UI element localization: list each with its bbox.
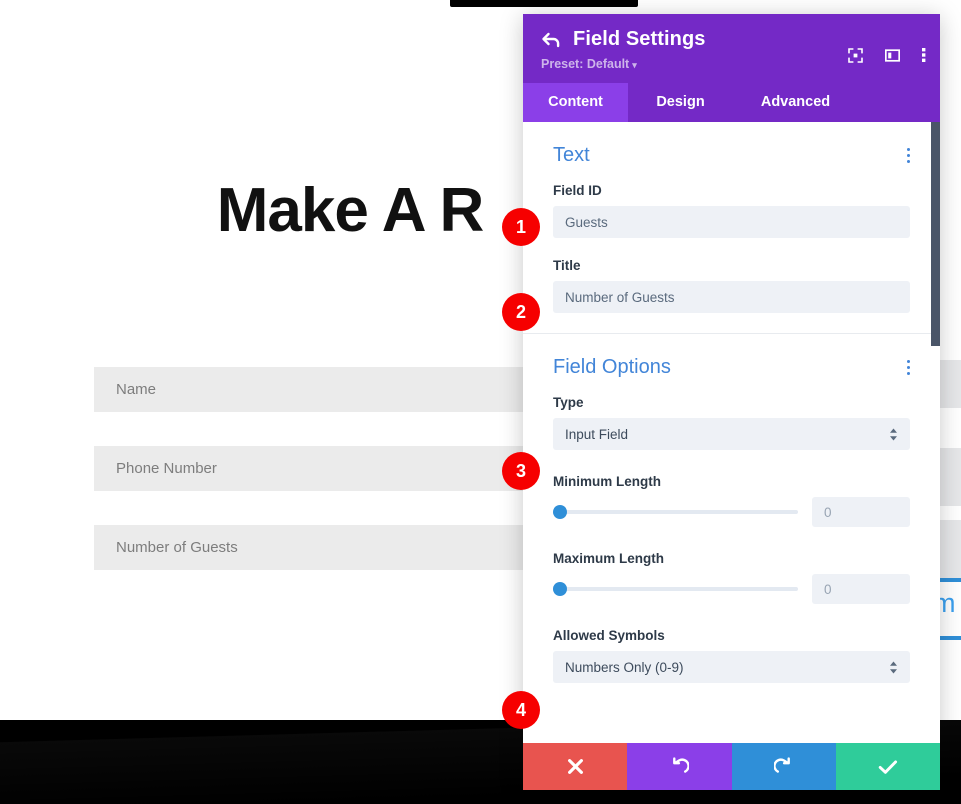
annotation-badge-1: 1 [502,208,540,246]
chevron-down-icon: ▾ [632,60,637,70]
modal-body: Text Field ID Guests Title Number of Gue… [523,122,940,743]
select-allowed-symbols[interactable]: Numbers Only (0-9) [553,651,910,683]
top-black-bar [450,0,638,7]
stepper-arrows-icon [889,428,898,441]
annotation-badge-2: 2 [502,293,540,331]
input-field-id[interactable]: Guests [553,206,910,238]
annotation-badge-4: 4 [502,691,540,729]
select-allowed-symbols-value: Numbers Only (0-9) [565,659,684,675]
section-text: Text Field ID Guests Title Number of Gue… [523,122,940,313]
back-arrow-icon[interactable] [541,30,561,50]
input-maximum-length[interactable]: 0 [812,574,910,604]
close-icon [567,759,583,774]
expand-view-icon[interactable] [848,47,863,68]
tab-design[interactable]: Design [628,83,733,122]
section-options-icon-2[interactable] [907,360,910,375]
section-title-field-options: Field Options [553,356,671,378]
label-field-id: Field ID [553,183,602,198]
redo-icon [774,757,791,773]
checkmark-icon [878,759,897,774]
modal-footer [523,743,940,790]
label-title: Title [553,258,581,273]
redo-button[interactable] [731,743,836,790]
split-layout-icon[interactable] [884,48,901,68]
select-type-value: Input Field [565,426,629,442]
label-maximum-length: Maximum Length [553,551,665,566]
row-maximum-length: 0 [553,574,910,604]
section-field-options: Field Options Type Input Field Minimum L… [523,334,940,683]
more-options-icon[interactable] [922,47,926,68]
section-title-text: Text [553,144,590,166]
label-type: Type [553,395,584,410]
row-minimum-length: 0 [553,497,910,527]
label-allowed-symbols: Allowed Symbols [553,628,665,643]
modal-tabs: Content Design Advanced [523,83,940,122]
select-type[interactable]: Input Field [553,418,910,450]
modal-header-actions [848,47,926,68]
modal-scrollbar[interactable] [931,122,940,346]
tab-content[interactable]: Content [523,83,628,122]
preset-label: Preset: Default [541,57,630,71]
slider-minimum-length[interactable] [553,503,798,521]
modal-header: Field Settings Preset: Default ▾ [523,14,940,83]
screen-root: Make A R (255) Name Phone Number Number … [0,0,961,804]
section-options-icon[interactable] [907,148,910,163]
input-title[interactable]: Number of Guests [553,281,910,313]
label-minimum-length: Minimum Length [553,474,661,489]
undo-button[interactable] [627,743,732,790]
tab-advanced[interactable]: Advanced [733,83,858,122]
annotation-badge-3: 3 [502,452,540,490]
input-minimum-length[interactable]: 0 [812,497,910,527]
save-button[interactable] [835,743,940,790]
field-settings-modal: Field Settings Preset: Default ▾ Content… [523,14,940,790]
modal-title: Field Settings [573,28,706,50]
undo-icon [672,757,689,773]
slider-maximum-length[interactable] [553,580,798,598]
cancel-button[interactable] [523,743,628,790]
stepper-arrows-icon-2 [889,661,898,674]
